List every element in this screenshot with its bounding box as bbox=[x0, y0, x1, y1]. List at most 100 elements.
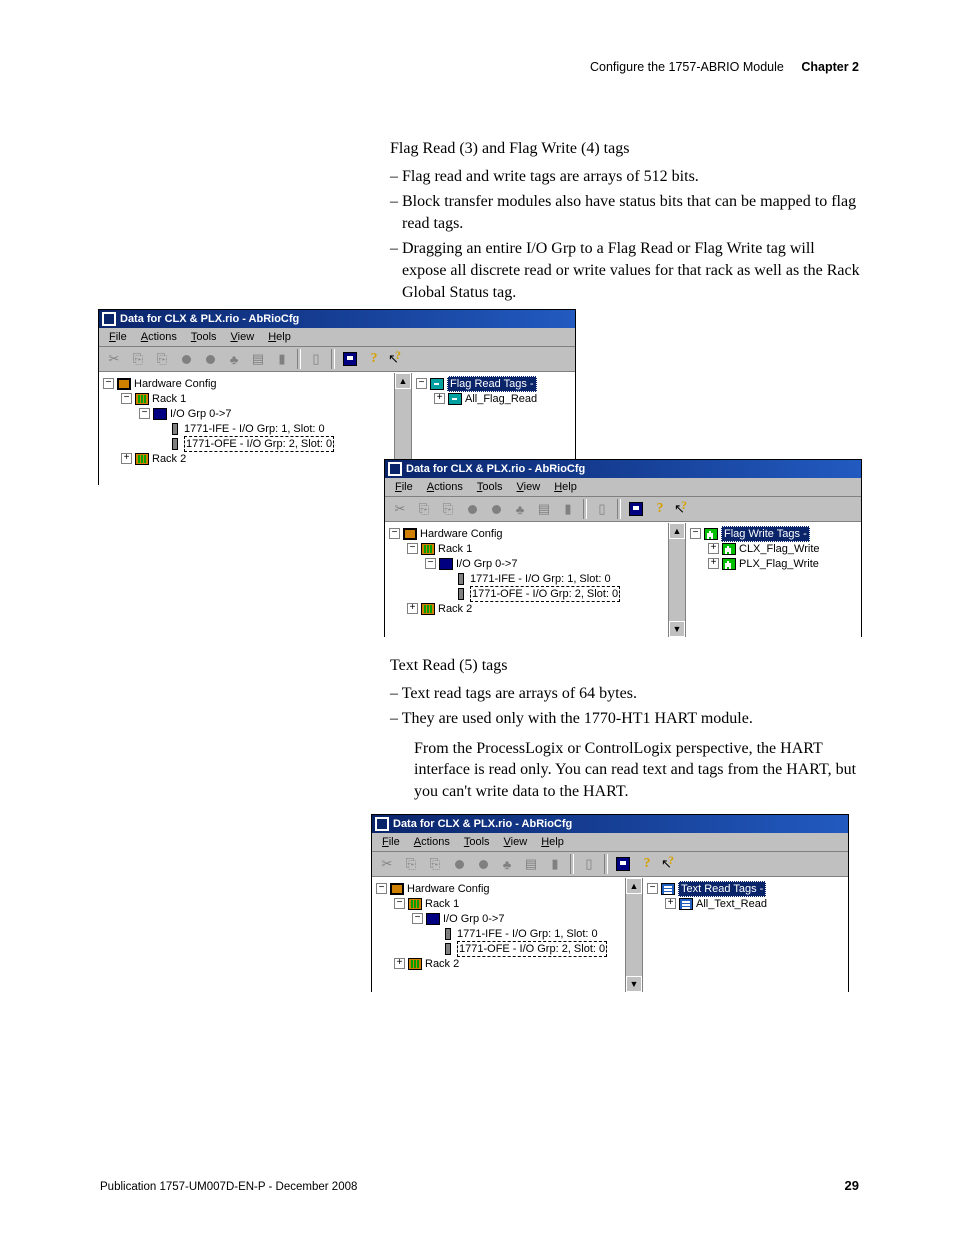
tool-paste-icon[interactable]: ⎘ bbox=[424, 853, 446, 875]
tree-rack[interactable]: Rack 1 bbox=[152, 392, 186, 406]
tree-group[interactable]: I/O Grp 0->7 bbox=[456, 557, 517, 571]
tool-copy-icon[interactable]: ⎘ bbox=[400, 853, 422, 875]
menu-view[interactable]: View bbox=[498, 835, 534, 849]
menu-help[interactable]: Help bbox=[548, 480, 583, 494]
menu-help[interactable]: Help bbox=[535, 835, 570, 849]
menu-view[interactable]: View bbox=[511, 480, 547, 494]
tool-doc-icon[interactable]: ▯ bbox=[578, 853, 600, 875]
scrollbar[interactable]: ▲▼ bbox=[625, 878, 642, 992]
flag-read-item[interactable]: All_Flag_Read bbox=[465, 392, 537, 406]
flag-write-item[interactable]: PLX_Flag_Write bbox=[739, 557, 819, 571]
menu-file[interactable]: File bbox=[103, 330, 133, 344]
collapse-icon[interactable]: − bbox=[389, 528, 400, 539]
tree-rack[interactable]: Rack 2 bbox=[425, 957, 459, 971]
scrollbar[interactable]: ▲▼ bbox=[668, 523, 685, 637]
tree-group[interactable]: I/O Grp 0->7 bbox=[443, 912, 504, 926]
scroll-down-icon[interactable]: ▼ bbox=[669, 621, 685, 637]
tool-doc-icon[interactable]: ▯ bbox=[591, 498, 613, 520]
tool-doc-icon[interactable]: ▯ bbox=[305, 348, 327, 370]
collapse-icon[interactable]: − bbox=[139, 408, 150, 419]
collapse-icon[interactable]: − bbox=[407, 543, 418, 554]
expand-icon[interactable]: + bbox=[121, 453, 132, 464]
text-read-item[interactable]: All_Text_Read bbox=[696, 897, 767, 911]
tool-module-icon[interactable]: ▮ bbox=[557, 498, 579, 520]
hardware-tree[interactable]: −Hardware Config −Rack 1 −I/O Grp 0->7 1… bbox=[372, 878, 642, 974]
menu-tools[interactable]: Tools bbox=[458, 835, 496, 849]
flag-write-root[interactable]: Flag Write Tags - bbox=[721, 526, 810, 542]
tool-list-icon[interactable]: ▤ bbox=[520, 853, 542, 875]
collapse-icon[interactable]: − bbox=[121, 393, 132, 404]
menu-actions[interactable]: Actions bbox=[135, 330, 183, 344]
collapse-icon[interactable]: − bbox=[425, 558, 436, 569]
context-help-icon[interactable]: ↖? bbox=[387, 348, 407, 370]
save-icon[interactable] bbox=[339, 348, 361, 370]
tag-tree[interactable]: −Text Read Tags - +All_Text_Read bbox=[643, 878, 848, 914]
collapse-icon[interactable]: − bbox=[416, 378, 427, 389]
scroll-up-icon[interactable]: ▲ bbox=[669, 523, 685, 539]
tool-paste-icon[interactable]: ⎘ bbox=[151, 348, 173, 370]
tool-paste-icon[interactable]: ⎘ bbox=[437, 498, 459, 520]
save-icon[interactable] bbox=[625, 498, 647, 520]
tool-cut-icon[interactable]: ✂ bbox=[103, 348, 125, 370]
tool-tree-icon[interactable]: ♣ bbox=[223, 348, 245, 370]
tree-module-selected[interactable]: 1771-OFE - I/O Grp: 2, Slot: 0 bbox=[470, 586, 620, 602]
tool-dot-icon[interactable] bbox=[175, 348, 197, 370]
hardware-tree[interactable]: −Hardware Config −Rack 1 −I/O Grp 0->7 1… bbox=[385, 523, 685, 619]
expand-icon[interactable]: + bbox=[407, 603, 418, 614]
expand-icon[interactable]: + bbox=[394, 958, 405, 969]
expand-icon[interactable]: + bbox=[434, 393, 445, 404]
tool-cut-icon[interactable]: ✂ bbox=[376, 853, 398, 875]
help-icon[interactable]: ? bbox=[649, 498, 671, 520]
tree-module-selected[interactable]: 1771-OFE - I/O Grp: 2, Slot: 0 bbox=[457, 941, 607, 957]
menu-file[interactable]: File bbox=[389, 480, 419, 494]
menu-tools[interactable]: Tools bbox=[185, 330, 223, 344]
tag-tree[interactable]: −Flag Write Tags - +CLX_Flag_Write +PLX_… bbox=[686, 523, 861, 574]
collapse-icon[interactable]: − bbox=[647, 883, 658, 894]
scroll-up-icon[interactable]: ▲ bbox=[395, 373, 411, 389]
tool-cut-icon[interactable]: ✂ bbox=[389, 498, 411, 520]
tool-dot-icon[interactable] bbox=[199, 348, 221, 370]
tool-module-icon[interactable]: ▮ bbox=[544, 853, 566, 875]
collapse-icon[interactable]: − bbox=[412, 913, 423, 924]
expand-icon[interactable]: + bbox=[708, 558, 719, 569]
menu-actions[interactable]: Actions bbox=[421, 480, 469, 494]
menu-file[interactable]: File bbox=[376, 835, 406, 849]
menu-help[interactable]: Help bbox=[262, 330, 297, 344]
menu-tools[interactable]: Tools bbox=[471, 480, 509, 494]
tree-root[interactable]: Hardware Config bbox=[407, 882, 490, 896]
collapse-icon[interactable]: − bbox=[376, 883, 387, 894]
scroll-up-icon[interactable]: ▲ bbox=[626, 878, 642, 894]
help-icon[interactable]: ? bbox=[636, 853, 658, 875]
titlebar[interactable]: Data for CLX & PLX.rio - AbRioCfg bbox=[99, 310, 575, 328]
flag-read-root[interactable]: Flag Read Tags - bbox=[447, 376, 537, 392]
context-help-icon[interactable]: ↖? bbox=[673, 498, 693, 520]
hardware-tree[interactable]: −Hardware Config −Rack 1 −I/O Grp 0->7 1… bbox=[99, 373, 411, 469]
tree-rack[interactable]: Rack 2 bbox=[152, 452, 186, 466]
collapse-icon[interactable]: − bbox=[690, 528, 701, 539]
save-icon[interactable] bbox=[612, 853, 634, 875]
titlebar[interactable]: Data for CLX & PLX.rio - AbRioCfg bbox=[385, 460, 861, 478]
tool-tree-icon[interactable]: ♣ bbox=[509, 498, 531, 520]
menu-view[interactable]: View bbox=[225, 330, 261, 344]
collapse-icon[interactable]: − bbox=[394, 898, 405, 909]
tree-rack[interactable]: Rack 2 bbox=[438, 602, 472, 616]
tool-copy-icon[interactable]: ⎘ bbox=[127, 348, 149, 370]
tool-list-icon[interactable]: ▤ bbox=[533, 498, 555, 520]
tree-module-selected[interactable]: 1771-OFE - I/O Grp: 2, Slot: 0 bbox=[184, 436, 334, 452]
tree-root[interactable]: Hardware Config bbox=[134, 377, 217, 391]
tool-dot-icon[interactable] bbox=[461, 498, 483, 520]
tool-copy-icon[interactable]: ⎘ bbox=[413, 498, 435, 520]
tool-dot-icon[interactable] bbox=[448, 853, 470, 875]
titlebar[interactable]: Data for CLX & PLX.rio - AbRioCfg bbox=[372, 815, 848, 833]
expand-icon[interactable]: + bbox=[708, 543, 719, 554]
tree-rack[interactable]: Rack 1 bbox=[438, 542, 472, 556]
collapse-icon[interactable]: − bbox=[103, 378, 114, 389]
tool-dot-icon[interactable] bbox=[472, 853, 494, 875]
tool-list-icon[interactable]: ▤ bbox=[247, 348, 269, 370]
menu-actions[interactable]: Actions bbox=[408, 835, 456, 849]
tree-group[interactable]: I/O Grp 0->7 bbox=[170, 407, 231, 421]
text-read-root[interactable]: Text Read Tags - bbox=[678, 881, 766, 897]
scroll-down-icon[interactable]: ▼ bbox=[626, 976, 642, 992]
help-icon[interactable]: ? bbox=[363, 348, 385, 370]
tool-tree-icon[interactable]: ♣ bbox=[496, 853, 518, 875]
